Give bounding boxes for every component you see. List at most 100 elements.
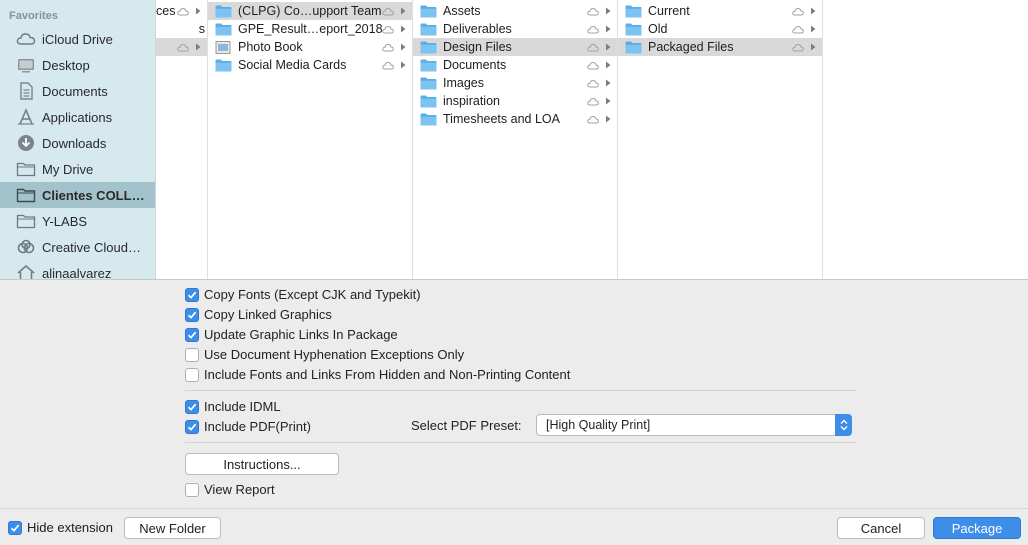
folder-icon [215,23,232,35]
checkbox-checked[interactable] [185,399,199,414]
include-hidden-content-checkbox[interactable]: Include Fonts and Links From Hidden and … [185,367,570,382]
option-label: Update Graphic Links In Package [204,327,398,342]
update-graphic-links-checkbox[interactable]: Update Graphic Links In Package [185,327,398,342]
include-pdf-checkbox[interactable]: Include PDF(Print) [185,419,311,434]
cloud-icon [177,7,189,15]
option-label: View Report [204,482,275,497]
hide-extension-label: Hide extension [27,520,113,535]
include-idml-checkbox[interactable]: Include IDML [185,399,281,414]
list-item[interactable]: s [156,20,207,38]
item-name: (CLPG) Co…upport Team [238,4,382,18]
list-item[interactable]: Deliverables [413,20,617,38]
folder-icon [16,186,36,204]
cloud-icon [587,79,599,87]
list-item[interactable]: GPE_Result…eport_2018 [208,20,412,38]
folder-icon [215,59,232,71]
downloads-icon [16,134,36,152]
folder-icon [625,23,642,35]
view-report-checkbox[interactable]: View Report [185,482,275,497]
checkbox-unchecked[interactable] [185,367,199,382]
list-item[interactable]: inspiration [413,92,617,110]
hide-extension-checkbox[interactable]: Hide extension [8,520,113,535]
list-item[interactable]: Current [618,2,822,20]
package-button[interactable]: Package [933,517,1021,539]
updown-arrows-icon[interactable] [835,414,852,436]
folder-icon [16,212,36,230]
sidebar-item-label: Desktop [42,57,90,73]
sidebar-item-my-drive[interactable]: My Drive [0,156,155,182]
checkbox-checked[interactable] [185,327,199,342]
browser-column-2: Assets Deliverables Design Files Documen… [413,0,618,279]
list-item[interactable]: Documents [413,56,617,74]
checkbox-checked[interactable] [185,307,199,322]
checkbox-unchecked[interactable] [185,347,199,362]
item-name: ces [156,4,176,18]
sidebar-item-documents[interactable]: Documents [0,78,155,104]
divider [185,390,856,391]
checkbox-checked[interactable] [185,287,199,302]
sidebar: Favorites iCloud Drive Desktop Documents… [0,0,156,280]
chevron-right-icon [606,7,611,15]
checkmark-icon [187,331,197,339]
new-folder-button[interactable]: New Folder [124,517,221,539]
cancel-button[interactable]: Cancel [837,517,925,539]
hyphenation-exceptions-checkbox[interactable]: Use Document Hyphenation Exceptions Only [185,347,464,362]
cloud-icon [587,25,599,33]
list-item[interactable]: Packaged Files [618,38,822,56]
checkbox-checked[interactable] [8,520,22,535]
chevron-right-icon [606,25,611,33]
item-name: Photo Book [238,40,303,54]
sidebar-item-applications[interactable]: Applications [0,104,155,130]
folder-icon [16,160,36,178]
sidebar-item-home[interactable]: alinaalvarez [0,260,155,280]
sidebar-item-label: Applications [42,109,113,125]
copy-linked-graphics-checkbox[interactable]: Copy Linked Graphics [185,307,332,322]
checkmark-icon [187,291,197,299]
sidebar-item-y-labs[interactable]: Y-LABS [0,208,155,234]
creative-cloud-icon [16,238,36,256]
list-item[interactable]: Timesheets and LOA [413,110,617,128]
cloud-icon [792,7,804,15]
cloud-icon [587,43,599,51]
instructions-button[interactable]: Instructions... [185,453,339,475]
item-name: inspiration [443,94,500,108]
list-item[interactable]: Assets [413,2,617,20]
list-item[interactable]: Photo Book [208,38,412,56]
chevron-right-icon [606,61,611,69]
divider [185,442,856,443]
chevron-right-icon [811,7,816,15]
item-name: Design Files [443,40,512,54]
list-item[interactable]: Old [618,20,822,38]
sidebar-item-clientes-coll[interactable]: Clientes COLL… [0,182,155,208]
sidebar-item-label: alinaalvarez [42,265,112,280]
list-item[interactable]: Social Media Cards [208,56,412,74]
folder-icon [420,77,437,89]
sidebar-item-label: Clientes COLL… [42,187,145,203]
list-item[interactable]: ces [156,2,207,20]
sidebar-item-label: iCloud Drive [42,31,113,47]
pdf-preset-select[interactable]: [High Quality Print] [536,414,852,436]
list-item[interactable]: (CLPG) Co…upport Team [208,2,412,20]
sidebar-item-icloud-drive[interactable]: iCloud Drive [0,26,155,52]
folder-icon [420,5,437,17]
pdf-preset-value: [High Quality Print] [546,418,651,432]
sidebar-item-creative-cloud[interactable]: Creative Cloud… [0,234,155,260]
chevron-right-icon [401,43,406,51]
cloud-icon [382,43,394,51]
list-item[interactable]: Images [413,74,617,92]
chevron-right-icon [401,7,406,15]
list-item[interactable]: Design Files [413,38,617,56]
home-icon [16,264,36,279]
list-item[interactable] [156,38,207,56]
sidebar-item-label: My Drive [42,161,94,177]
file-browser: Favorites iCloud Drive Desktop Documents… [0,0,1028,280]
copy-fonts-checkbox[interactable]: Copy Fonts (Except CJK and Typekit) [185,287,421,302]
sidebar-item-downloads[interactable]: Downloads [0,130,155,156]
checkbox-checked[interactable] [185,419,199,434]
sidebar-item-desktop[interactable]: Desktop [0,52,155,78]
option-label: Copy Fonts (Except CJK and Typekit) [204,287,421,302]
item-name: s [198,22,205,36]
checkbox-unchecked[interactable] [185,482,199,497]
chevron-right-icon [606,43,611,51]
cloud-icon [792,43,804,51]
